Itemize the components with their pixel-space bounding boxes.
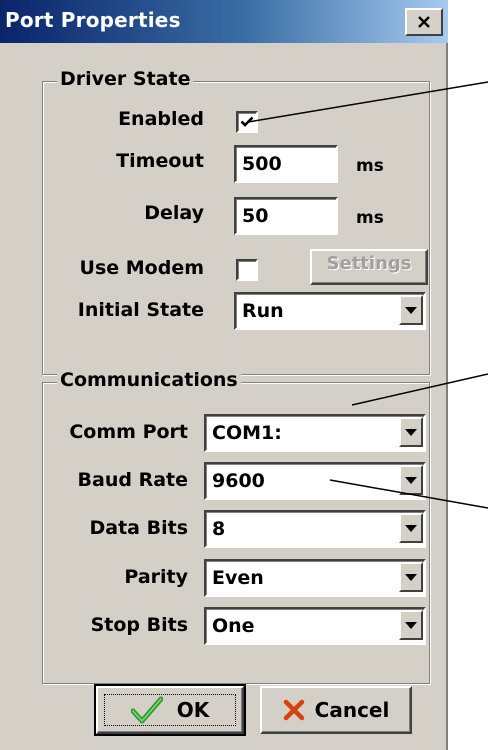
focus-rect <box>104 694 236 726</box>
comm-port-dropdown-button[interactable] <box>399 417 423 447</box>
comm-port-select[interactable]: COM1: <box>204 414 426 452</box>
close-button[interactable] <box>405 8 443 36</box>
close-icon <box>418 16 430 28</box>
comm-port-label: Comm Port <box>69 421 188 443</box>
timeout-input[interactable]: 500 <box>234 145 338 183</box>
cancel-button[interactable]: Cancel <box>260 686 412 734</box>
chevron-down-icon <box>405 524 417 532</box>
parity-label: Parity <box>124 566 188 588</box>
comm-port-value: COM1: <box>212 422 282 444</box>
window-title: Port Properties <box>5 8 181 32</box>
stop-bits-select[interactable]: One <box>204 607 426 645</box>
enabled-label: Enabled <box>118 108 204 130</box>
x-icon <box>283 699 304 721</box>
initial-state-label: Initial State <box>77 299 204 321</box>
port-properties-dialog: Port Properties Driver State Enabled Tim… <box>0 0 448 750</box>
delay-unit: ms <box>356 208 384 228</box>
baud-rate-select[interactable]: 9600 <box>204 462 426 500</box>
use-modem-checkbox[interactable] <box>236 259 258 281</box>
use-modem-label: Use Modem <box>79 257 204 279</box>
checkmark-icon <box>240 116 254 127</box>
driver-state-group-title: Driver State <box>57 68 194 90</box>
modem-settings-label: Settings <box>326 253 412 274</box>
data-bits-select[interactable]: 8 <box>204 510 426 548</box>
enabled-checkbox[interactable] <box>236 111 258 133</box>
ok-button[interactable]: OK <box>94 684 246 736</box>
communications-group-title: Communications <box>57 369 241 391</box>
cancel-button-label: Cancel <box>314 698 390 722</box>
baud-rate-dropdown-button[interactable] <box>399 465 423 495</box>
parity-value: Even <box>212 567 264 589</box>
delay-input[interactable]: 50 <box>234 197 338 235</box>
stop-bits-dropdown-button[interactable] <box>399 610 423 640</box>
parity-select[interactable]: Even <box>204 559 426 597</box>
data-bits-dropdown-button[interactable] <box>399 513 423 543</box>
chevron-down-icon <box>405 573 417 581</box>
chevron-down-icon <box>405 621 417 629</box>
stop-bits-label: Stop Bits <box>90 614 188 636</box>
modem-settings-button[interactable]: Settings <box>310 249 428 285</box>
chevron-down-icon <box>405 306 417 314</box>
initial-state-value: Run <box>242 300 284 322</box>
chevron-down-icon <box>405 428 417 436</box>
initial-state-select[interactable]: Run <box>234 292 426 330</box>
data-bits-label: Data Bits <box>89 517 189 539</box>
baud-rate-label: Baud Rate <box>77 469 188 491</box>
data-bits-value: 8 <box>212 518 226 540</box>
parity-dropdown-button[interactable] <box>399 562 423 592</box>
timeout-unit: ms <box>356 156 384 176</box>
delay-label: Delay <box>144 202 204 224</box>
stop-bits-value: One <box>212 615 255 637</box>
baud-rate-value: 9600 <box>212 470 265 492</box>
title-bar[interactable]: Port Properties <box>0 0 448 43</box>
initial-state-dropdown-button[interactable] <box>399 295 423 325</box>
chevron-down-icon <box>405 476 417 484</box>
timeout-label: Timeout <box>116 150 204 172</box>
